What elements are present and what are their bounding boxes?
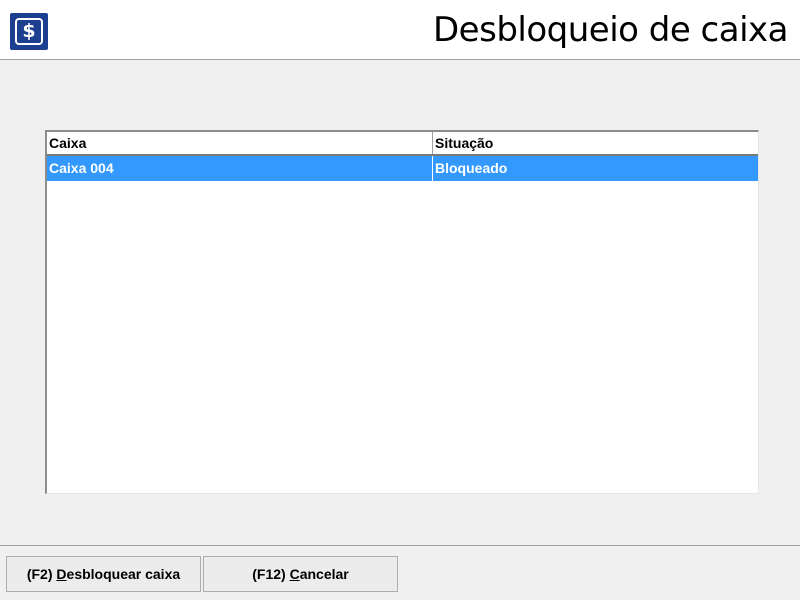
page-title: Desbloqueio de caixa: [433, 10, 789, 50]
dollar-glyph: $: [15, 18, 43, 45]
table-row[interactable]: Caixa 004 Bloqueado: [47, 156, 758, 181]
cancel-button-rest: ancelar: [299, 566, 349, 582]
footer-divider: [0, 545, 800, 546]
cell-situacao: Bloqueado: [435, 160, 508, 176]
column-header-caixa[interactable]: Caixa: [47, 132, 433, 154]
cancel-button-prefix: (F12): [252, 566, 290, 582]
grid-header: Caixa Situação: [47, 132, 758, 156]
unlock-caixa-button[interactable]: (F2) Desbloquear caixa: [6, 556, 201, 592]
cancel-button[interactable]: (F12) Cancelar: [203, 556, 398, 592]
unlock-button-mnemonic: D: [56, 566, 67, 582]
cancel-button-mnemonic: C: [289, 566, 300, 582]
column-header-situacao[interactable]: Situação: [433, 132, 758, 154]
cash-icon: $: [10, 13, 48, 50]
cell-caixa: Caixa 004: [47, 156, 433, 181]
unlock-button-prefix: (F2): [26, 566, 57, 582]
header-bar: $ Desbloqueio de caixa: [0, 0, 800, 60]
caixa-grid[interactable]: Caixa Situação Caixa 004 Bloqueado: [45, 130, 759, 494]
unlock-button-rest: esbloquear caixa: [66, 566, 181, 582]
